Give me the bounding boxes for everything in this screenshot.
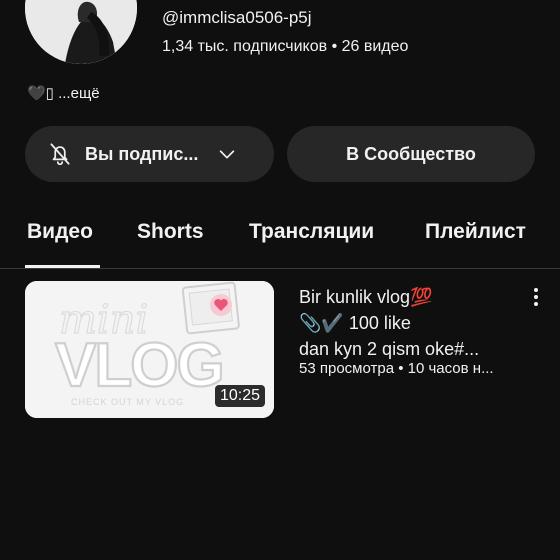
description-text: 🖤▯ ...ещё [27, 85, 100, 102]
video-title-line: Bir kunlik vlog💯 [299, 287, 433, 307]
tab-live[interactable]: Трансляции [249, 220, 374, 244]
avatar-image [25, 0, 137, 64]
video-title[interactable]: Bir kunlik vlog💯 📎✔️ 100 like dan kyn 2 … [299, 284, 519, 362]
tabs-divider [0, 268, 560, 269]
video-title-line: 📎✔️ 100 like [299, 313, 411, 333]
svg-text:VLOG: VLOG [55, 331, 223, 400]
heart-icon [210, 294, 232, 316]
video-meta: 53 просмотра • 10 часов н... [299, 360, 494, 377]
bell-off-icon [47, 141, 73, 167]
tab-playlists[interactable]: Плейлист [425, 220, 526, 244]
subscribed-label: Вы подпис... [85, 143, 199, 164]
video-duration: 10:25 [214, 385, 265, 407]
chevron-down-icon [216, 143, 238, 165]
svg-text:CHECK OUT MY VLOG: CHECK OUT MY VLOG [71, 397, 184, 407]
community-button[interactable]: В Сообщество [287, 126, 535, 182]
channel-handle: @immclisa0506-p5j [162, 8, 312, 27]
more-vert-icon[interactable] [526, 285, 546, 309]
community-label: В Сообщество [346, 143, 476, 164]
subscribed-button[interactable]: Вы подпис... [25, 126, 274, 182]
channel-avatar[interactable] [25, 0, 137, 64]
tab-videos[interactable]: Видео [27, 220, 93, 244]
video-title-line: dan kyn 2 qism oke#... [299, 339, 480, 359]
video-thumbnail[interactable]: mini VLOG CHECK OUT MY VLOG 10:25 [25, 281, 274, 418]
channel-tabs: Видео Shorts Трансляции Плейлист [0, 210, 560, 268]
channel-description[interactable]: 🖤▯ ...ещё [27, 84, 100, 102]
channel-stats: 1,34 тыс. подписчиков • 26 видео [162, 38, 409, 55]
tab-shorts[interactable]: Shorts [137, 220, 204, 244]
